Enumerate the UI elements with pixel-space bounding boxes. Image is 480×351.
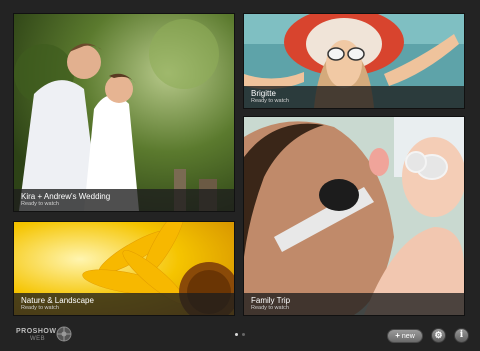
page-dot[interactable] (242, 333, 245, 336)
tile-title: Brigitte (251, 89, 276, 98)
family-photo (244, 117, 464, 315)
logo-word-2: WEB (30, 336, 46, 342)
footer-toolbar: PROSHOW WEB + new ⚙ i (0, 321, 480, 351)
page-indicator[interactable] (233, 333, 249, 337)
settings-button[interactable]: ⚙ (431, 328, 446, 343)
tile-status: Ready to watch (21, 305, 59, 311)
plus-icon: + (395, 331, 400, 340)
tile-caption: Nature & Landscape Ready to watch (14, 293, 234, 315)
show-tile-wedding[interactable]: Kira + Andrew's Wedding Ready to watch (14, 14, 234, 211)
tile-status: Ready to watch (251, 98, 289, 104)
gear-icon: ⚙ (434, 330, 443, 340)
tile-status: Ready to watch (21, 201, 59, 207)
tile-caption: Kira + Andrew's Wedding Ready to watch (14, 189, 234, 211)
new-show-button[interactable]: + new (387, 329, 423, 343)
page-dot-current[interactable] (235, 333, 238, 336)
show-tile-nature[interactable]: Nature & Landscape Ready to watch (14, 222, 234, 315)
tile-caption: Brigitte Ready to watch (244, 86, 464, 108)
info-button[interactable]: i (454, 328, 469, 343)
wedding-photo (14, 14, 234, 211)
tile-caption: Family Trip Ready to watch (244, 293, 464, 315)
info-icon: i (459, 330, 464, 340)
tile-title: Family Trip (251, 296, 291, 305)
tile-title: Nature & Landscape (21, 296, 94, 305)
show-tile-family[interactable]: Family Trip Ready to watch (244, 117, 464, 315)
logo-word-1: PROSHOW (16, 328, 57, 335)
tile-status: Ready to watch (251, 305, 289, 311)
proshow-icon (56, 326, 72, 342)
proshow-web-logo: PROSHOW WEB (16, 326, 72, 343)
new-button-label: new (401, 333, 415, 340)
show-tile-brigitte[interactable]: Brigitte Ready to watch (244, 14, 464, 108)
tile-title: Kira + Andrew's Wedding (21, 192, 111, 201)
